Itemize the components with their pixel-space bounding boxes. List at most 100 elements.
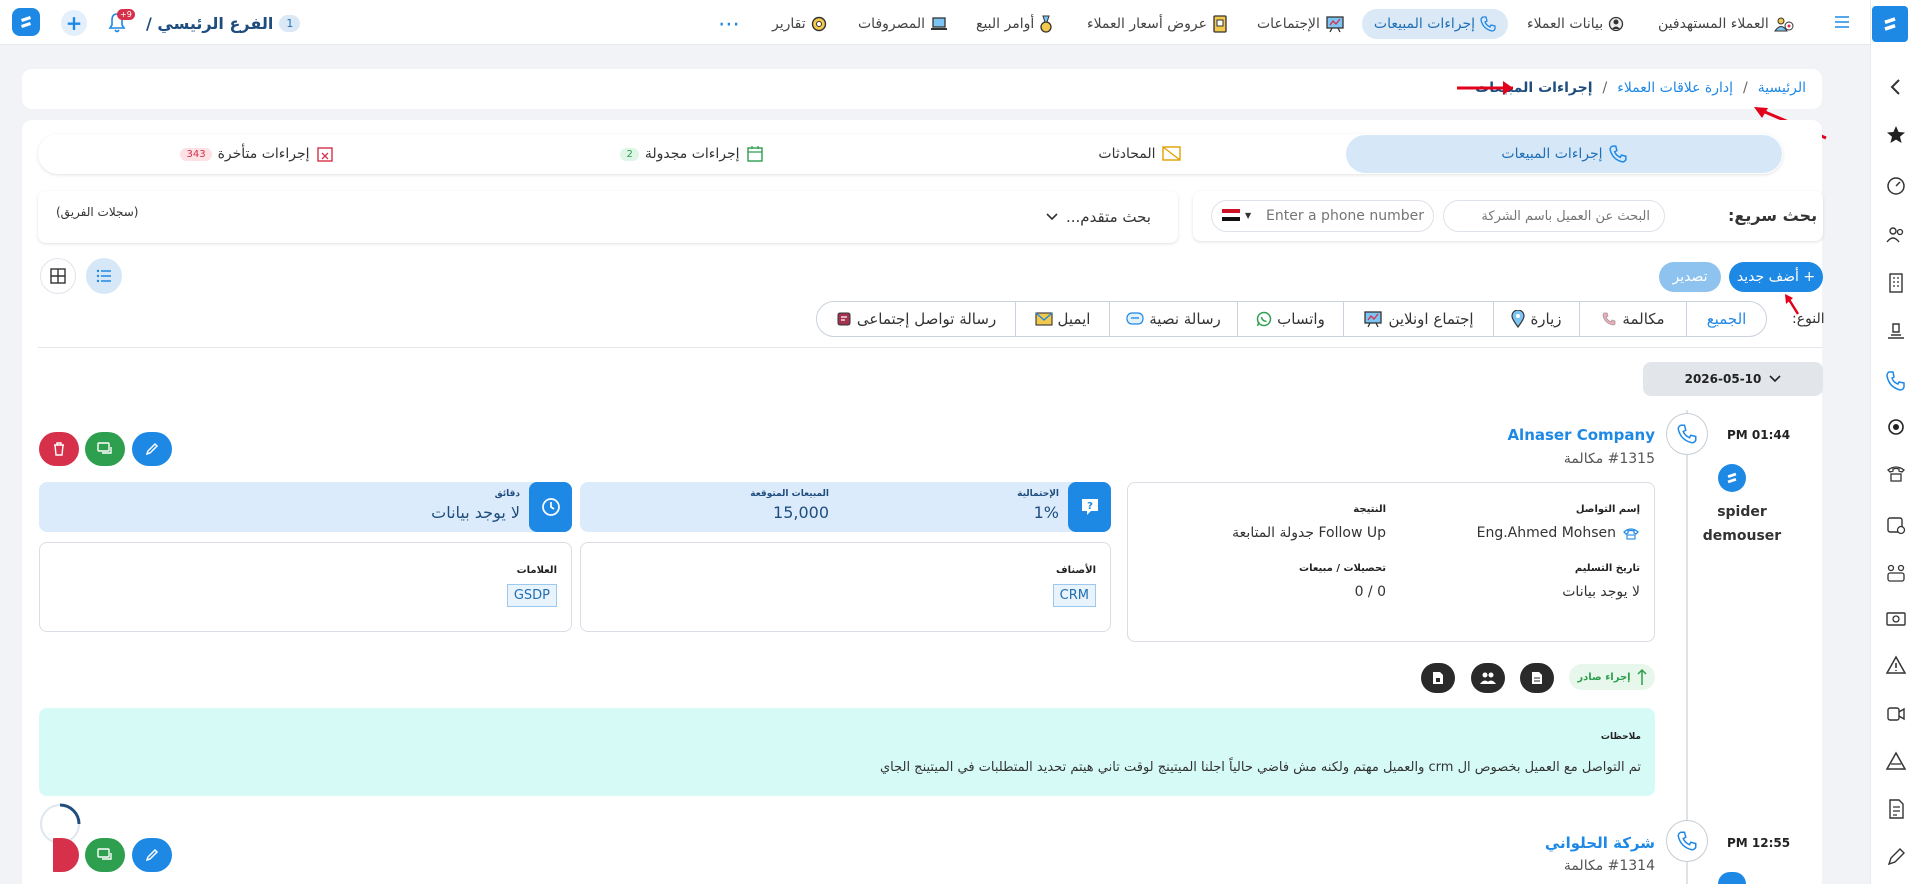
warning-icon[interactable]	[1885, 654, 1907, 676]
chip-label: إجتماع اونلاين	[1388, 310, 1474, 328]
add-new-button[interactable]: + أضف جديد	[1729, 262, 1823, 292]
delta-icon[interactable]	[1885, 750, 1907, 772]
nav-item-expenses[interactable]: المصروفات	[846, 9, 960, 39]
money-icon[interactable]	[1885, 608, 1907, 630]
nav-item-sales-orders[interactable]: أوامر البيع	[964, 9, 1065, 39]
entry-company-link[interactable]: شركة الحلواني	[1430, 834, 1655, 852]
team-records-toggle[interactable]: (سجلات الفريق)	[56, 205, 138, 219]
phone-number-input[interactable]	[1266, 202, 1426, 230]
tab-late-actions[interactable]: 343 إجراءات متأخرة	[180, 135, 333, 173]
nav-item-meetings[interactable]: الإجتماعات	[1245, 9, 1357, 39]
phone-icon	[1480, 16, 1496, 32]
entry-company-link[interactable]: Alnaser Company	[1430, 426, 1655, 444]
grid-view-toggle[interactable]	[40, 258, 76, 294]
type-filter-email[interactable]: ايميل	[1015, 301, 1110, 337]
probability-stat: ? الإحتمالية 1% المبيعات المتوقعة 15,000	[580, 482, 1111, 532]
annotation-arrow-icon	[1455, 78, 1515, 98]
tab-conversations[interactable]: المحادثات	[1085, 135, 1195, 173]
list-view-toggle[interactable]	[86, 258, 122, 294]
type-filter-visit[interactable]: زيارة	[1493, 301, 1580, 337]
breadcrumb-home[interactable]: الرئيسية	[1758, 80, 1806, 96]
expected-sales-value: 15,000	[773, 503, 829, 522]
advanced-search-dropdown[interactable]: بحث متقدم...	[1046, 208, 1151, 226]
nav-item-customer-data[interactable]: بيانات العملاء	[1515, 9, 1636, 39]
collapse-chevron-icon[interactable]	[1885, 76, 1907, 98]
chat-icon	[97, 848, 112, 860]
tags-box: العلامات GSDP	[39, 542, 572, 632]
edit-button[interactable]	[132, 838, 172, 872]
chip-label: مكالمة	[1622, 310, 1665, 328]
list-icon	[96, 269, 111, 283]
tag-chip: GSDP	[506, 584, 557, 607]
branch-selector[interactable]: 1 الفرع الرئيسي /	[146, 11, 301, 35]
nav-item-sales-actions[interactable]: إجراءات المبيعات	[1362, 9, 1508, 39]
social-message-icon	[836, 311, 852, 327]
contact-label: إسم التواصل	[1575, 504, 1640, 515]
date-group-toggle[interactable]: 2026-05-10	[1643, 362, 1823, 396]
entry-details-card: إسم التواصل Eng.Ahmed Mohsen النتيجة Fol…	[1127, 482, 1655, 642]
star-icon[interactable]	[1885, 124, 1907, 146]
tab-scheduled-actions[interactable]: 2 إجراءات مجدولة	[620, 135, 764, 173]
dashboard-gauge-icon[interactable]	[1885, 174, 1907, 196]
participants-button[interactable]	[1471, 663, 1505, 693]
nav-item-reports[interactable]: تقارير	[760, 9, 839, 39]
meeting-board-icon	[1363, 310, 1383, 328]
delete-button[interactable]	[39, 432, 79, 466]
arrow-up-icon	[1637, 668, 1647, 685]
add-icon[interactable]: +	[61, 10, 87, 36]
contact-value[interactable]: Eng.Ahmed Mohsen	[1477, 525, 1640, 541]
tab-label: إجراءات متأخرة	[217, 146, 310, 162]
hamburger-menu-icon[interactable]	[1834, 15, 1850, 29]
tab-label: المحادثات	[1098, 146, 1156, 162]
export-button[interactable]: تصدير	[1659, 262, 1721, 292]
app-logo[interactable]	[12, 8, 40, 36]
chip-label: رسالة نصية	[1149, 310, 1221, 328]
entry-time: PM 01:44	[1727, 428, 1791, 442]
chip-label: واتساب	[1277, 310, 1325, 328]
breadcrumb-crm[interactable]: إدارة علاقات العملاء	[1617, 80, 1733, 96]
sms-icon	[1126, 311, 1144, 327]
laptop-expenses-icon	[930, 16, 948, 32]
video-icon[interactable]	[1885, 703, 1907, 725]
type-filter-call[interactable]: مكالمة	[1579, 301, 1687, 337]
type-filter-sms[interactable]: رسالة نصية	[1109, 301, 1238, 337]
notifications-bell-icon[interactable]: +9	[107, 9, 135, 34]
telephone-icon[interactable]	[1885, 462, 1907, 484]
probability-value: 1%	[1033, 503, 1059, 522]
chat-button[interactable]	[85, 838, 125, 872]
pen-icon[interactable]	[1885, 846, 1907, 868]
users-icon[interactable]	[1885, 224, 1907, 246]
type-filter-social-message[interactable]: رسالة تواصل إجتماعى	[816, 301, 1016, 337]
country-flag-selector[interactable]: ▼	[1222, 209, 1251, 221]
type-filter-all[interactable]: الجميع	[1686, 301, 1767, 337]
export-label: تصدير	[1672, 269, 1708, 285]
chat-button[interactable]	[85, 432, 125, 466]
grid-icon	[50, 268, 66, 284]
sidebar-logo[interactable]	[1872, 6, 1908, 42]
nav-item-price-quotes[interactable]: عروض أسعار العملاء	[1075, 9, 1240, 39]
entry-number: #1315 مكالمة	[1563, 451, 1655, 467]
direction-label: إجراء صادر	[1577, 671, 1631, 683]
sales-calls-icon[interactable]	[1885, 370, 1907, 392]
probability-label: الإحتمالية	[1017, 489, 1059, 499]
edit-button[interactable]	[132, 432, 172, 466]
nav-item-target-customers[interactable]: العملاء المستهدفين	[1646, 9, 1806, 39]
attachment-file-button[interactable]	[1520, 663, 1554, 693]
nav-more-button[interactable]: ⋯	[706, 9, 754, 39]
tab-sales-actions[interactable]: إجراءات المبيعات	[1346, 135, 1782, 173]
card-settings-icon[interactable]	[1885, 514, 1907, 536]
hand-coins-icon[interactable]	[1885, 320, 1907, 342]
target-icon[interactable]	[1885, 416, 1907, 438]
building-icon[interactable]	[1885, 272, 1907, 294]
customer-search-input[interactable]	[1443, 200, 1665, 232]
calendar-icon	[746, 145, 764, 163]
delivery-date-value: لا يوجد بيانات	[1562, 584, 1640, 600]
entry-time: PM 12:55	[1727, 836, 1791, 850]
type-filter-whatsapp[interactable]: واتساب	[1237, 301, 1344, 337]
invoice-icon[interactable]	[1885, 798, 1907, 820]
type-filter-online-meeting[interactable]: إجتماع اونلاين	[1343, 301, 1494, 337]
document-lock-button[interactable]	[1421, 663, 1455, 693]
phone-icon	[1608, 145, 1627, 163]
call-icon	[1601, 311, 1617, 327]
team-icon[interactable]	[1885, 562, 1907, 584]
